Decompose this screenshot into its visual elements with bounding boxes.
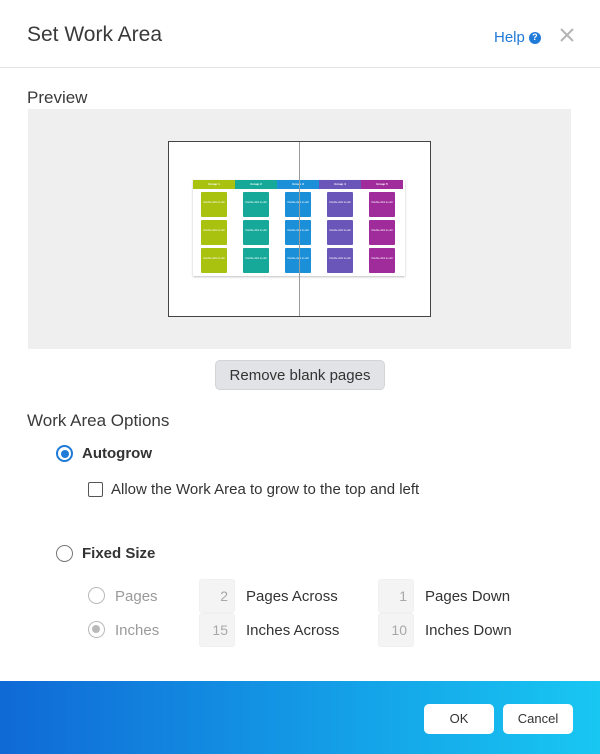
preview-column: Group 1 Double-click to edit Double-click … bbox=[193, 180, 235, 276]
allow-grow-checkbox[interactable] bbox=[88, 482, 103, 497]
preview-page: Group 1 Double-click to edit Double-click … bbox=[168, 141, 431, 317]
preview-column: Group 2 Double-click to edit Double-click … bbox=[235, 180, 277, 276]
preview-card: Double-click to edit bbox=[327, 248, 353, 273]
close-icon[interactable] bbox=[558, 26, 576, 44]
preview-column: Group 5 Double-click to edit Double-click … bbox=[361, 180, 403, 276]
autogrow-radio[interactable] bbox=[56, 445, 73, 462]
inches-down-label: Inches Down bbox=[425, 622, 512, 639]
preview-column-header: Group 2 bbox=[235, 180, 277, 189]
preview-column-header: Group 1 bbox=[193, 180, 235, 189]
help-label[interactable]: Help bbox=[494, 29, 525, 46]
preview-card: Double-click to edit bbox=[243, 192, 269, 217]
preview-label: Preview bbox=[27, 88, 88, 107]
preview-column: Group 3 Double-click to edit Double-click … bbox=[277, 180, 319, 276]
dialog-title: Set Work Area bbox=[27, 23, 163, 46]
allow-grow-label[interactable]: Allow the Work Area to grow to the top a… bbox=[111, 481, 419, 498]
help-link[interactable]: Help ? bbox=[494, 29, 541, 46]
remove-blank-pages-button[interactable]: Remove blank pages bbox=[215, 360, 385, 390]
pages-label: Pages bbox=[115, 588, 158, 605]
preview-card: Double-click to edit bbox=[201, 220, 227, 245]
preview-card: Double-click to edit bbox=[201, 192, 227, 217]
preview-card: Double-click to edit bbox=[327, 220, 353, 245]
preview-card: Double-click to edit bbox=[369, 192, 395, 217]
fixed-size-label[interactable]: Fixed Size bbox=[82, 545, 155, 562]
preview-card: Double-click to edit bbox=[285, 248, 311, 273]
preview-card: Double-click to edit bbox=[201, 248, 227, 273]
preview-card: Double-click to edit bbox=[369, 220, 395, 245]
pages-across-input[interactable]: 2 bbox=[199, 579, 235, 613]
pages-down-input[interactable]: 1 bbox=[378, 579, 414, 613]
preview-card: Double-click to edit bbox=[369, 248, 395, 273]
preview-card: Double-click to edit bbox=[285, 192, 311, 217]
cancel-button[interactable]: Cancel bbox=[503, 704, 573, 734]
pages-across-label: Pages Across bbox=[246, 588, 338, 605]
autogrow-label[interactable]: Autogrow bbox=[82, 445, 152, 462]
page-break-line bbox=[299, 142, 300, 316]
preview-column-header: Group 5 bbox=[361, 180, 403, 189]
ok-button[interactable]: OK bbox=[424, 704, 494, 734]
preview-area: Group 1 Double-click to edit Double-click … bbox=[28, 109, 571, 349]
inches-across-label: Inches Across bbox=[246, 622, 340, 639]
pages-down-label: Pages Down bbox=[425, 588, 511, 605]
fixed-size-radio[interactable] bbox=[56, 545, 73, 562]
preview-card: Double-click to edit bbox=[285, 220, 311, 245]
preview-column-header: Group 4 bbox=[319, 180, 361, 189]
inches-label: Inches bbox=[115, 622, 160, 639]
help-circle-icon[interactable]: ? bbox=[528, 31, 541, 44]
work-area-options-label: Work Area Options bbox=[27, 411, 170, 430]
preview-column: Group 4 Double-click to edit Double-click … bbox=[319, 180, 361, 276]
preview-card: Double-click to edit bbox=[243, 248, 269, 273]
dialog-footer: OK Cancel bbox=[0, 681, 600, 754]
preview-column-header: Group 3 bbox=[277, 180, 319, 189]
dialog-header: Set Work Area Help ? bbox=[0, 0, 600, 68]
inches-radio[interactable] bbox=[88, 621, 105, 638]
pages-radio[interactable] bbox=[88, 587, 105, 604]
inches-down-input[interactable]: 10 bbox=[378, 613, 414, 647]
preview-card: Double-click to edit bbox=[243, 220, 269, 245]
preview-card: Double-click to edit bbox=[327, 192, 353, 217]
inches-across-input[interactable]: 15 bbox=[199, 613, 235, 647]
